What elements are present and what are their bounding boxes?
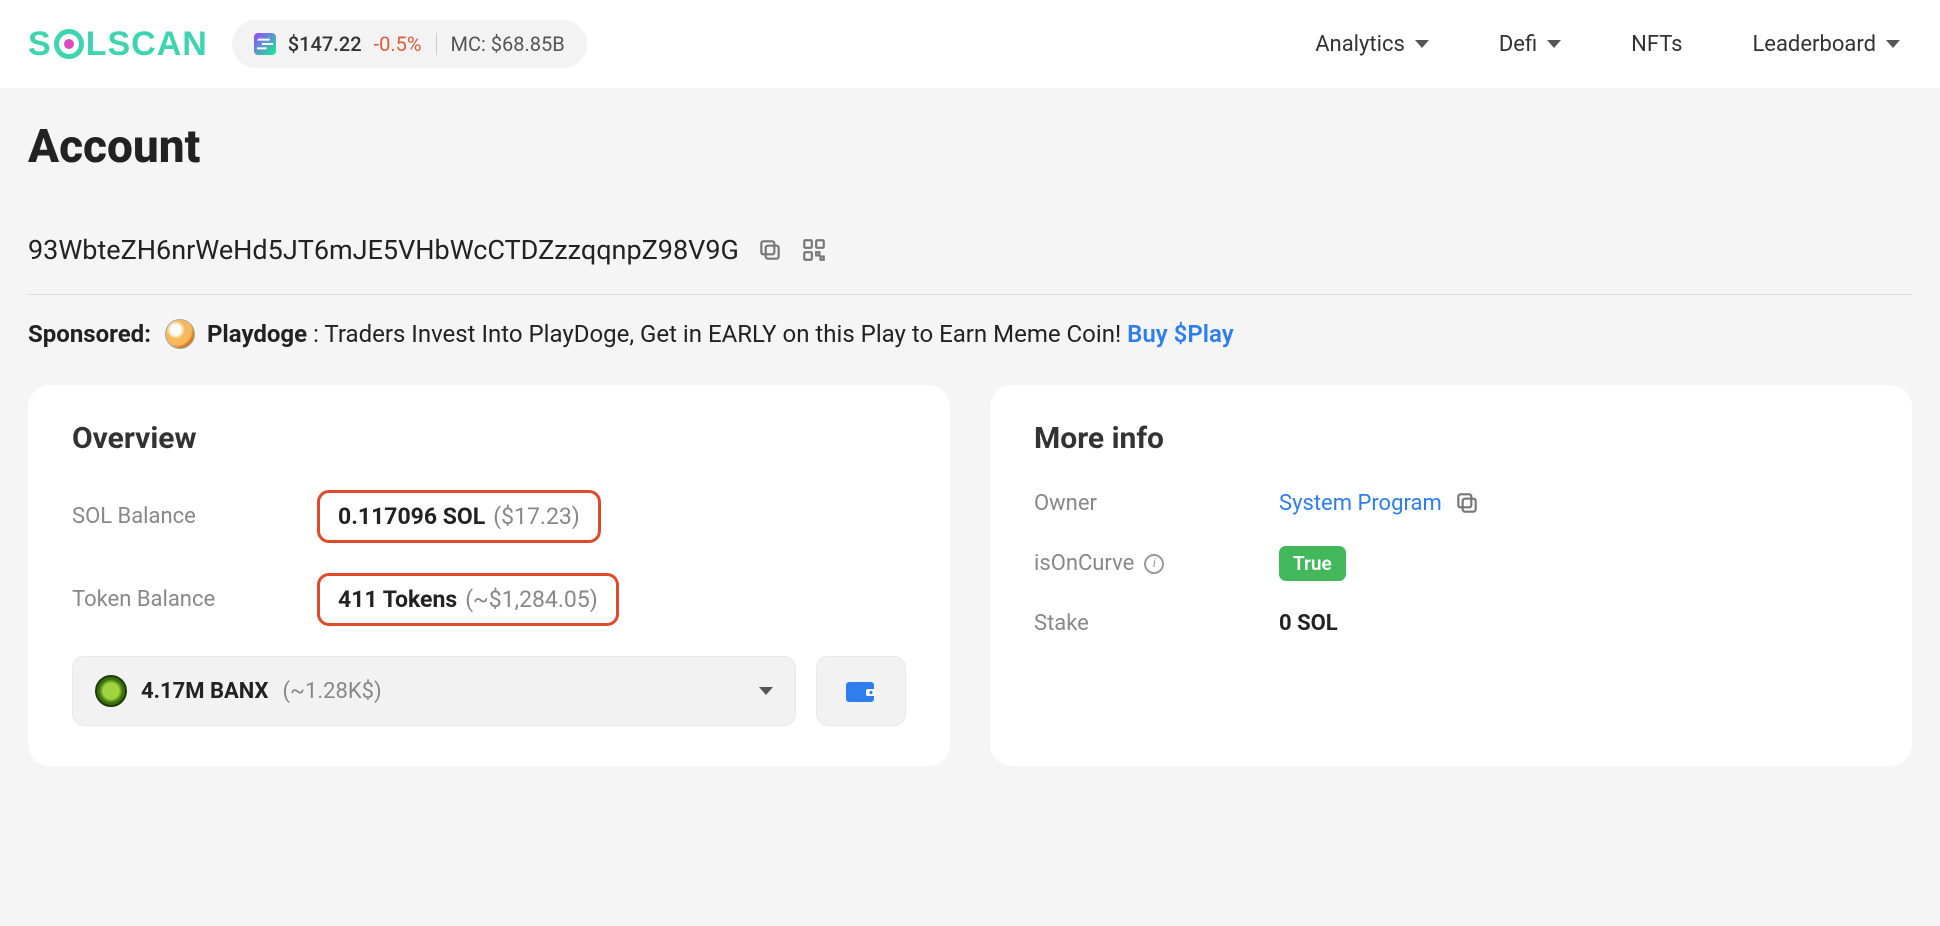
qr-code-button[interactable] — [801, 237, 827, 263]
stake-amount: 0 SOL — [1279, 611, 1338, 636]
solana-icon — [254, 33, 276, 55]
nav-leaderboard-label: Leaderboard — [1752, 32, 1876, 57]
more-info-panel: More info Owner System Program isOnCurve — [990, 385, 1912, 766]
sol-balance-row: SOL Balance 0.117096 SOL ($17.23) — [72, 490, 906, 543]
sponsor-text: : Traders Invest Into PlayDoge, Get in E… — [313, 320, 1121, 348]
nav-defi-label: Defi — [1499, 32, 1537, 57]
owner-row: Owner System Program — [1034, 490, 1868, 516]
sol-balance-usd: ($17.23) — [493, 503, 580, 530]
token-balance-value-box: 411 Tokens (~$1,284.05) — [317, 573, 619, 626]
token-select-row: 4.17M BANX (~1.28K$) — [72, 656, 906, 726]
copy-owner-button[interactable] — [1454, 490, 1480, 516]
nav-defi[interactable]: Defi — [1499, 32, 1561, 57]
sponsor-name: Playdoge — [207, 320, 307, 348]
sponsored-label: Sponsored: — [28, 320, 151, 348]
logo-o-icon — [54, 29, 84, 59]
page-title: Account — [28, 120, 1912, 174]
top-header: SLSCAN $147.22 -0.5% MC: $68.85B Analyti… — [0, 0, 1940, 88]
market-cap: MC: $68.85B — [451, 32, 565, 56]
sponsored-banner: Sponsored: Playdoge : Traders Invest Int… — [28, 319, 1912, 349]
token-dropdown-usd: (~1.28K$) — [282, 679, 381, 704]
banx-token-icon — [95, 675, 127, 707]
copy-address-button[interactable] — [757, 237, 783, 263]
wallet-button[interactable] — [816, 656, 906, 726]
chevron-down-icon — [1547, 40, 1561, 48]
nav-analytics[interactable]: Analytics — [1315, 32, 1429, 57]
playdoge-icon — [165, 319, 195, 349]
sponsor-link[interactable]: Buy $Play — [1127, 320, 1234, 348]
token-balance-amount: 411 Tokens — [338, 586, 457, 613]
sol-balance-value-box: 0.117096 SOL ($17.23) — [317, 490, 601, 543]
nav-leaderboard[interactable]: Leaderboard — [1752, 32, 1900, 57]
nav-nfts-label: NFTs — [1631, 32, 1682, 57]
token-dropdown-amount: 4.17M BANX — [141, 679, 268, 704]
token-dropdown[interactable]: 4.17M BANX (~1.28K$) — [72, 656, 796, 726]
sol-price-pill[interactable]: $147.22 -0.5% MC: $68.85B — [232, 20, 587, 68]
token-balance-row: Token Balance 411 Tokens (~$1,284.05) — [72, 573, 906, 626]
sol-price: $147.22 — [288, 32, 362, 56]
isoncurve-label: isOnCurve — [1034, 551, 1134, 576]
true-badge: True — [1279, 546, 1346, 581]
pill-divider — [436, 33, 437, 55]
wallet-icon — [844, 678, 878, 704]
isoncurve-row: isOnCurve i True — [1034, 546, 1868, 581]
owner-value: System Program — [1279, 490, 1480, 516]
panels-row: Overview SOL Balance 0.117096 SOL ($17.2… — [28, 385, 1912, 766]
owner-label: Owner — [1034, 491, 1279, 516]
stake-label: Stake — [1034, 611, 1279, 636]
main-nav: Analytics Defi NFTs Leaderboard — [1315, 32, 1912, 57]
account-address-row: 93WbteZH6nrWeHd5JT6mJE5VHbWcCTDZzzqqnpZ9… — [28, 234, 1912, 295]
token-balance-label: Token Balance — [72, 587, 317, 612]
solscan-logo[interactable]: SLSCAN — [28, 25, 208, 64]
account-address: 93WbteZH6nrWeHd5JT6mJE5VHbWcCTDZzzqqnpZ9… — [28, 234, 739, 266]
chevron-down-icon — [1886, 40, 1900, 48]
more-info-title: More info — [1034, 421, 1868, 456]
sol-balance-label: SOL Balance — [72, 504, 317, 529]
info-icon[interactable]: i — [1144, 554, 1164, 574]
overview-title: Overview — [72, 421, 906, 456]
isoncurve-value: True — [1279, 546, 1346, 581]
isoncurve-label-wrap: isOnCurve i — [1034, 551, 1279, 576]
sol-balance-amount: 0.117096 SOL — [338, 503, 485, 530]
overview-panel: Overview SOL Balance 0.117096 SOL ($17.2… — [28, 385, 950, 766]
sol-change: -0.5% — [374, 32, 422, 56]
chevron-down-icon — [1415, 40, 1429, 48]
owner-link[interactable]: System Program — [1279, 491, 1442, 516]
stake-row: Stake 0 SOL — [1034, 611, 1868, 636]
stake-value: 0 SOL — [1279, 611, 1338, 636]
chevron-down-icon — [759, 687, 773, 695]
token-balance-usd: (~$1,284.05) — [465, 586, 598, 613]
nav-nfts[interactable]: NFTs — [1631, 32, 1682, 57]
nav-analytics-label: Analytics — [1315, 32, 1405, 57]
page-content: Account 93WbteZH6nrWeHd5JT6mJE5VHbWcCTDZ… — [0, 88, 1940, 806]
